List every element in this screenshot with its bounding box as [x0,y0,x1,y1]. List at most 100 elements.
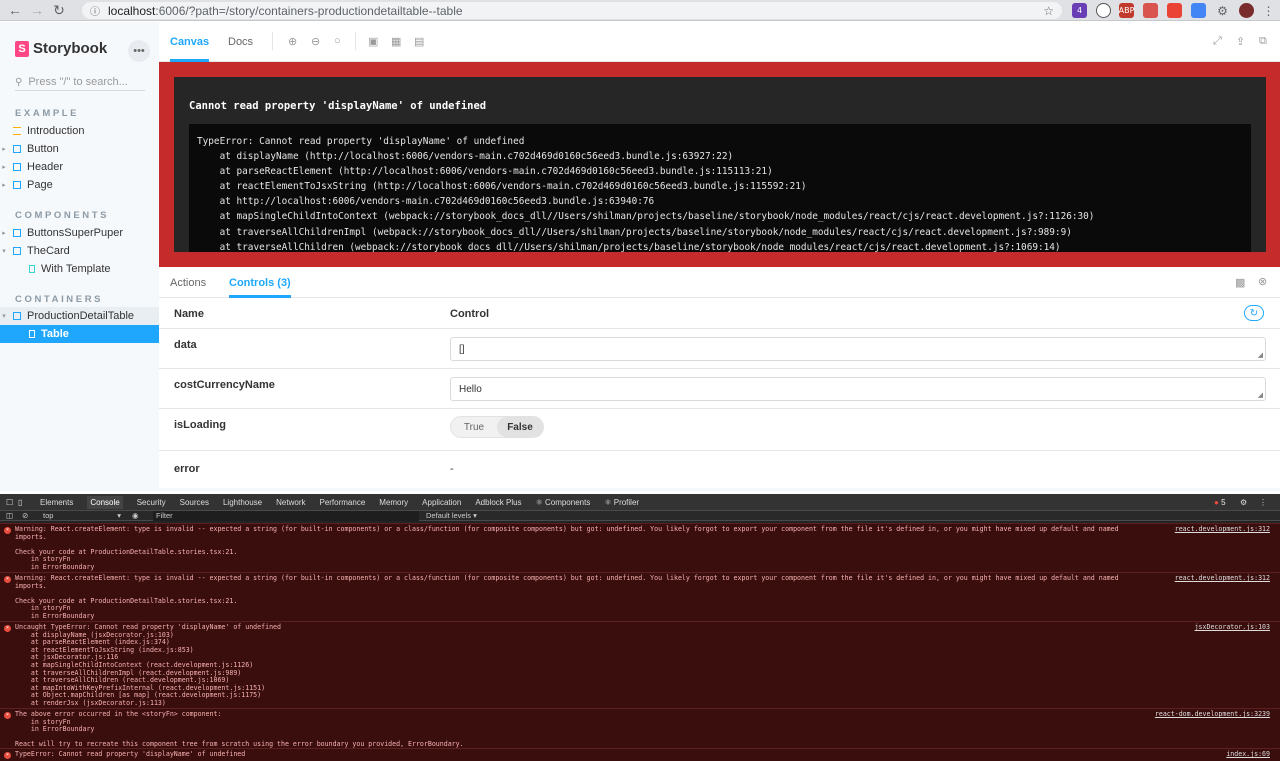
inspect-icon[interactable]: ☐ [6,498,18,507]
zoom-out-icon[interactable]: ⊖ [311,35,320,48]
extension-circle-icon[interactable] [1096,3,1111,18]
devtools-tab-console[interactable]: Console [87,495,123,509]
panel-layout-icon[interactable]: ▩ [1235,276,1245,289]
extension-gmail-icon[interactable] [1167,3,1182,18]
devtools-tab-performance[interactable]: Performance [319,498,365,507]
copy-link-icon[interactable]: ⧉ [1259,35,1267,48]
tab-canvas[interactable]: Canvas [170,22,210,62]
devtools-tab-application[interactable]: Application [422,498,461,507]
isloading-toggle[interactable]: True False [450,416,544,438]
sidebar-item-buttonssuperpuper[interactable]: ▸ ButtonsSuperPuper [0,224,159,242]
search-input[interactable]: ⚲ Press "/" to search... [15,74,145,91]
extension-icon[interactable]: 4 [1072,3,1087,18]
devtools-tabs: ☐ ▯ Elements Console Security Sources Li… [0,494,1280,511]
reset-controls-button[interactable]: ↻ [1244,305,1264,321]
console-message[interactable]: × Warning: React.createElement: type is … [0,572,1280,621]
url-host: localhost [108,3,156,18]
devtools-tab-sources[interactable]: Sources [180,498,209,507]
log-levels-select[interactable]: Default levels ▾ [426,511,477,520]
bookmark-star-icon[interactable]: ☆ [1043,4,1054,18]
sidebar-item-button[interactable]: ▸ Button [0,140,159,158]
more-icon[interactable]: ⋮ [1259,498,1267,507]
background-icon[interactable]: ▣ [368,35,378,48]
profile-avatar[interactable] [1239,3,1254,18]
message-source-link[interactable]: jsxDecorator.js:103 [1195,623,1270,632]
tab-actions[interactable]: Actions [170,267,206,298]
sidebar-item-with-template[interactable]: With Template [0,260,159,278]
message-source-link[interactable]: index.js:69 [1226,750,1270,759]
zoom-reset-icon[interactable]: ○ [334,35,341,47]
section-example: EXAMPLE [15,108,80,119]
forward-icon[interactable]: → [26,0,48,21]
grid-icon[interactable]: ▦ [391,35,401,48]
info-icon[interactable]: ⓘ [90,3,100,18]
component-icon [13,145,21,153]
components-label: Components [544,497,591,507]
resize-grip-icon[interactable]: ◢ [1258,351,1263,359]
extensions-puzzle-icon[interactable]: ⚙ [1215,3,1230,18]
console-filter-input[interactable]: Filter [153,511,419,521]
extension-translate-icon[interactable] [1191,3,1206,18]
outline-icon[interactable]: ▤ [414,35,424,48]
tab-docs[interactable]: Docs [228,22,253,62]
sidebar-item-label: Page [27,179,53,191]
bookmark-icon [29,330,35,338]
message-source-link[interactable]: react-dom.development.js:3239 [1155,710,1270,719]
devtools-tab-profiler[interactable]: ⚛ Profiler [604,498,639,507]
sidebar-item-thecard[interactable]: ▾ TheCard [0,242,159,260]
settings-gear-icon[interactable]: ⚙ [1240,498,1247,507]
sidebar-toggle-icon[interactable]: ◫ [6,511,13,520]
devtools-tab-lighthouse[interactable]: Lighthouse [223,498,262,507]
console-message[interactable]: × TypeError: Cannot read property 'displ… [0,748,1280,761]
share-icon[interactable]: ⇪ [1236,35,1245,48]
message-source-link[interactable]: react.development.js:312 [1175,574,1270,583]
data-input[interactable]: [] ◢ [450,337,1266,361]
controls-table: Name Control ↻ data [] ◢ costCurrencyName… [159,298,1280,488]
costcurrencyname-input[interactable]: Hello ◢ [450,377,1266,401]
toggle-true[interactable]: True [451,417,497,437]
message-text: The above error occurred in the <storyFn… [15,710,464,749]
component-icon [13,229,21,237]
devtools-tab-security[interactable]: Security [137,498,166,507]
row-name: data [174,339,197,351]
fullscreen-icon[interactable]: ⤢ [1213,35,1222,48]
close-icon[interactable]: ⊗ [1258,275,1267,288]
address-bar[interactable]: ⓘ localhost:6006/?path=/story/containers… [82,2,1062,19]
reload-icon[interactable]: ↻ [48,0,70,21]
context-select[interactable]: top ▾ [43,511,121,520]
devtools-tab-adblock[interactable]: Adblock Plus [475,498,521,507]
devtools-tab-elements[interactable]: Elements [40,498,73,507]
message-source-link[interactable]: react.development.js:312 [1175,525,1270,534]
back-icon[interactable]: ← [4,0,26,21]
toolbar-divider [355,32,356,50]
sidebar-item-introduction[interactable]: Introduction [0,122,159,140]
tab-docs-label: Docs [228,36,254,48]
sidebar-menu-button[interactable]: ••• [128,40,150,62]
sidebar-item-productiondetailtable[interactable]: ▾ ProductionDetailTable [0,307,159,325]
url-path: :6006/?path=/story/containers-production… [155,3,463,18]
sidebar-item-table[interactable]: Table [0,325,159,343]
toggle-false[interactable]: False [497,417,543,437]
sidebar-item-header[interactable]: ▸ Header [0,158,159,176]
devtools-tab-memory[interactable]: Memory [379,498,408,507]
sidebar-item-page[interactable]: ▸ Page [0,176,159,194]
tab-controls[interactable]: Controls (3) [229,267,291,298]
extension-red-icon[interactable] [1143,3,1158,18]
adblock-icon[interactable]: ABP [1119,3,1134,18]
console-message[interactable]: × The above error occurred in the <story… [0,708,1280,748]
devtools-tab-components[interactable]: ⚛ Components [536,498,591,507]
column-header-name: Name [174,308,204,320]
storybook-logo[interactable]: S Storybook [15,40,107,57]
resize-grip-icon[interactable]: ◢ [1258,391,1263,399]
zoom-in-icon[interactable]: ⊕ [288,35,297,48]
console-message[interactable]: × Warning: React.createElement: type is … [0,523,1280,572]
clear-console-icon[interactable]: ⊘ [22,511,28,520]
data-value: [] [459,343,465,355]
menu-dots-icon[interactable]: ⋮ [1261,3,1276,18]
devtools-tab-network[interactable]: Network [276,498,305,507]
device-icon[interactable]: ▯ [18,498,30,507]
error-count-badge[interactable]: ● 5 [1214,498,1226,507]
console-message[interactable]: × Uncaught TypeError: Cannot read proper… [0,621,1280,708]
error-icon: × [4,575,11,583]
eye-icon[interactable]: ◉ [132,511,139,520]
